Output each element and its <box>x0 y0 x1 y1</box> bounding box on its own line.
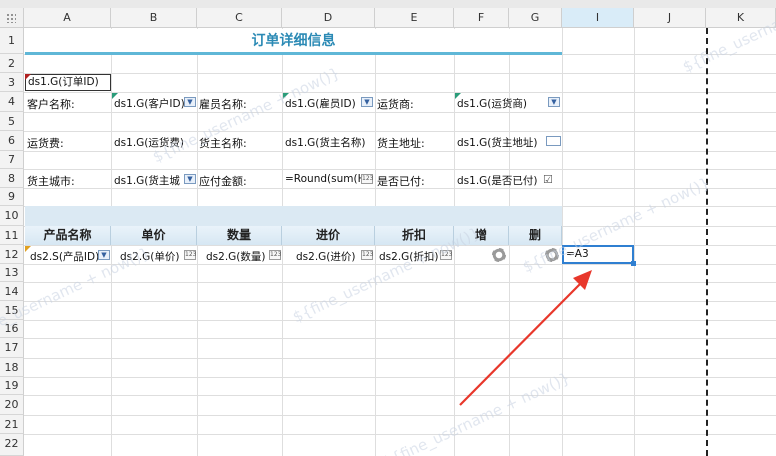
spreadsheet-editor: A B C D E F G I J K 1 2 3 4 5 6 7 8 9 10… <box>0 0 776 456</box>
arrow-shaft <box>459 281 583 406</box>
arrow-annotation <box>459 270 592 406</box>
